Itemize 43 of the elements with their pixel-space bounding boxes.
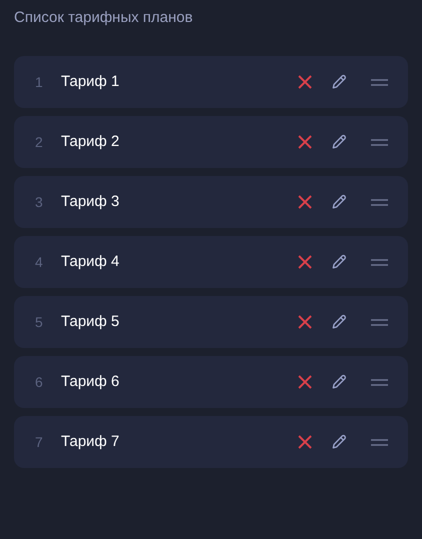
plan-row[interactable]: 6 Тариф 6: [14, 356, 408, 408]
plan-name: Тариф 3: [61, 192, 120, 212]
close-icon[interactable]: [298, 315, 312, 329]
close-icon[interactable]: [298, 75, 312, 89]
close-icon[interactable]: [298, 375, 312, 389]
pencil-icon[interactable]: [331, 74, 347, 90]
drag-handle-icon[interactable]: [371, 198, 388, 206]
row-number: 5: [35, 312, 44, 332]
page-title: Список тарифных планов: [14, 8, 193, 28]
close-icon[interactable]: [298, 255, 312, 269]
close-icon[interactable]: [298, 435, 312, 449]
drag-handle-icon[interactable]: [371, 138, 388, 146]
plan-row[interactable]: 5 Тариф 5: [14, 296, 408, 348]
plan-name: Тариф 7: [61, 432, 120, 452]
row-number: 7: [35, 432, 44, 452]
plan-name: Тариф 5: [61, 312, 120, 332]
plan-row[interactable]: 1 Тариф 1: [14, 56, 408, 108]
plan-name: Тариф 4: [61, 252, 120, 272]
pencil-icon[interactable]: [331, 254, 347, 270]
plan-name: Тариф 1: [61, 72, 120, 92]
pencil-icon[interactable]: [331, 314, 347, 330]
close-icon[interactable]: [298, 195, 312, 209]
drag-handle-icon[interactable]: [371, 378, 388, 386]
plan-row[interactable]: 2 Тариф 2: [14, 116, 408, 168]
row-number: 2: [35, 132, 44, 152]
row-number: 3: [35, 192, 44, 212]
pencil-icon[interactable]: [331, 434, 347, 450]
drag-handle-icon[interactable]: [371, 258, 388, 266]
plan-row[interactable]: 7 Тариф 7: [14, 416, 408, 468]
plan-name: Тариф 2: [61, 132, 120, 152]
plan-row[interactable]: 4 Тариф 4: [14, 236, 408, 288]
row-number: 4: [35, 252, 44, 272]
plan-row[interactable]: 3 Тариф 3: [14, 176, 408, 228]
drag-handle-icon[interactable]: [371, 438, 388, 446]
pencil-icon[interactable]: [331, 374, 347, 390]
drag-handle-icon[interactable]: [371, 78, 388, 86]
pencil-icon[interactable]: [331, 194, 347, 210]
row-number: 6: [35, 372, 44, 392]
pencil-icon[interactable]: [331, 134, 347, 150]
plan-name: Тариф 6: [61, 372, 120, 392]
row-number: 1: [35, 72, 44, 92]
drag-handle-icon[interactable]: [371, 318, 388, 326]
close-icon[interactable]: [298, 135, 312, 149]
